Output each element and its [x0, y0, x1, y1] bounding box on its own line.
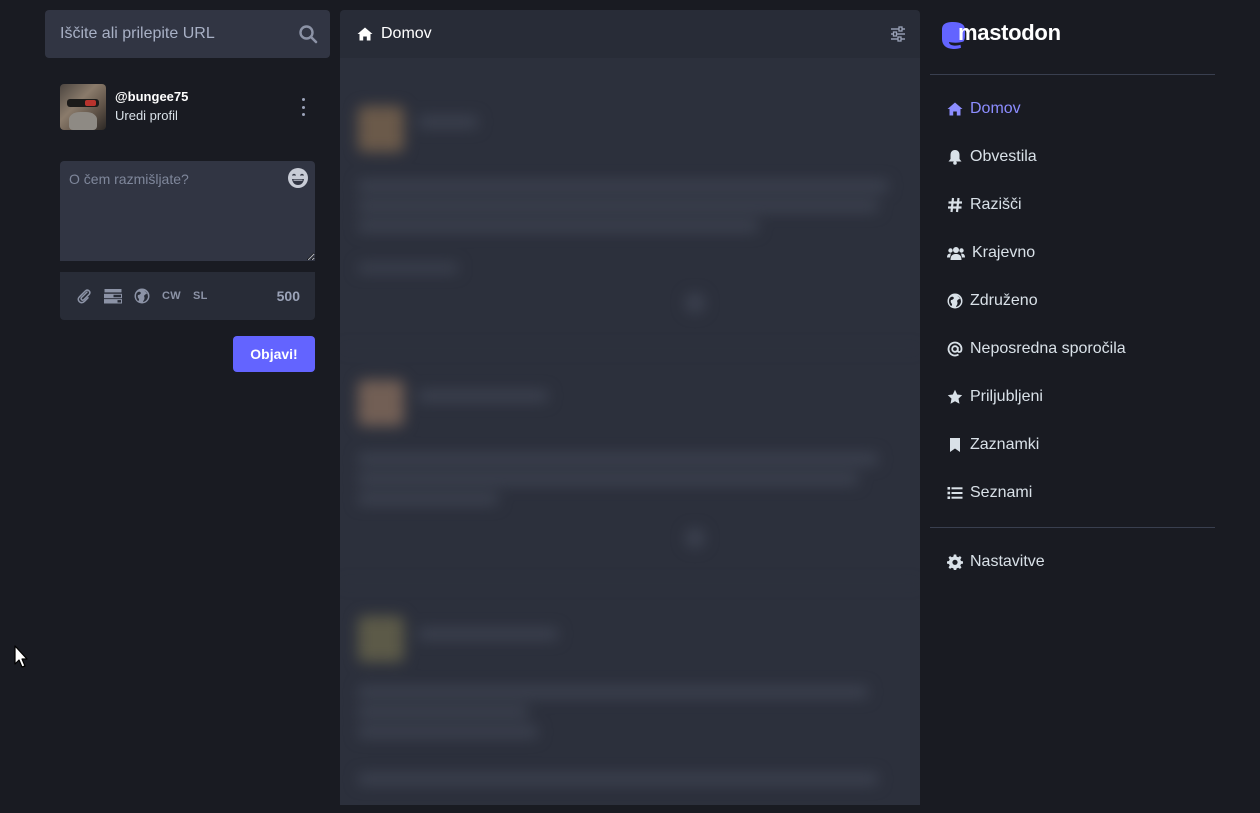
- star-icon: [947, 389, 963, 404]
- bell-icon: [948, 150, 962, 165]
- nav-item-favourites[interactable]: Priljubljeni: [930, 373, 1215, 421]
- main-navigation: Domov Obvestila Razišči Krajevno Združen…: [930, 85, 1215, 517]
- nav-item-label: Zaznamki: [970, 436, 1040, 453]
- globe-icon: [947, 293, 963, 309]
- nav-item-settings[interactable]: Nastavitve: [930, 538, 1215, 586]
- search-bar: [45, 10, 330, 58]
- search-input[interactable]: [60, 25, 298, 43]
- nav-item-local[interactable]: Krajevno: [930, 229, 1215, 277]
- sliders-icon[interactable]: [890, 26, 906, 42]
- account-header: @bungee75 Uredi profil: [60, 84, 315, 130]
- mouse-cursor-icon: [14, 645, 28, 668]
- poll-icon: [104, 289, 122, 304]
- compose-textarea[interactable]: [60, 161, 315, 261]
- at-icon: [947, 341, 963, 357]
- avatar[interactable]: [60, 84, 106, 130]
- column-header[interactable]: Domov: [340, 10, 920, 58]
- nav-item-label: Priljubljeni: [970, 388, 1043, 405]
- nav-item-label: Združeno: [970, 292, 1038, 309]
- nav-item-label: Razišči: [970, 196, 1022, 213]
- publish-button[interactable]: Objavi!: [233, 336, 315, 372]
- compose-toolbar: CW SL 500: [60, 272, 315, 320]
- character-counter: 500: [276, 288, 300, 304]
- left-column: @bungee75 Uredi profil: [45, 10, 330, 372]
- globe-icon: [134, 288, 150, 304]
- home-icon: [947, 102, 963, 116]
- nav-item-federated[interactable]: Združeno: [930, 277, 1215, 325]
- nav-item-home[interactable]: Domov: [930, 85, 1215, 133]
- nav-item-explore[interactable]: Razišči: [930, 181, 1215, 229]
- timeline-feed[interactable]: [340, 58, 920, 805]
- attach-media-button[interactable]: [76, 288, 92, 304]
- visibility-button[interactable]: [134, 288, 150, 304]
- paperclip-icon: [77, 289, 91, 304]
- emoji-picker-icon[interactable]: [287, 167, 309, 189]
- nav-divider: [930, 527, 1215, 528]
- poll-button[interactable]: [104, 288, 122, 304]
- nav-divider: [930, 74, 1215, 75]
- nav-item-label: Seznami: [970, 484, 1033, 501]
- edit-profile-link[interactable]: Uredi profil: [115, 106, 188, 126]
- nav-item-notifications[interactable]: Obvestila: [930, 133, 1215, 181]
- bookmark-icon: [950, 438, 960, 452]
- search-icon[interactable]: [298, 24, 318, 44]
- brand-name: mastodon: [958, 20, 1061, 45]
- home-icon: [357, 27, 373, 41]
- nav-item-label: Nastavitve: [970, 553, 1045, 570]
- nav-item-label: Neposredna sporočila: [970, 340, 1126, 357]
- nav-item-label: Domov: [970, 100, 1021, 117]
- users-icon: [947, 247, 965, 260]
- nav-item-bookmarks[interactable]: Zaznamki: [930, 421, 1215, 469]
- compose-form: CW SL 500 Objavi!: [60, 161, 315, 372]
- content-warning-button[interactable]: CW: [162, 290, 181, 302]
- blurred-posts: [340, 58, 920, 805]
- kebab-icon: [301, 98, 305, 101]
- column-title: Domov: [381, 25, 432, 42]
- list-icon: [947, 487, 963, 499]
- home-column: Domov: [340, 10, 920, 805]
- mastodon-logo[interactable]: mastodon: [930, 10, 1215, 56]
- navigation-panel: mastodon Domov Obvestila Razišči Krajevn…: [930, 10, 1215, 586]
- account-handle[interactable]: @bungee75: [115, 88, 188, 106]
- gear-icon: [947, 554, 963, 570]
- nav-item-lists[interactable]: Seznami: [930, 469, 1215, 517]
- nav-item-label: Krajevno: [972, 244, 1036, 261]
- hashtag-icon: [948, 197, 962, 213]
- nav-item-direct-messages[interactable]: Neposredna sporočila: [930, 325, 1215, 373]
- language-button[interactable]: SL: [193, 290, 208, 302]
- nav-item-label: Obvestila: [970, 148, 1037, 165]
- account-menu-button[interactable]: [297, 98, 309, 116]
